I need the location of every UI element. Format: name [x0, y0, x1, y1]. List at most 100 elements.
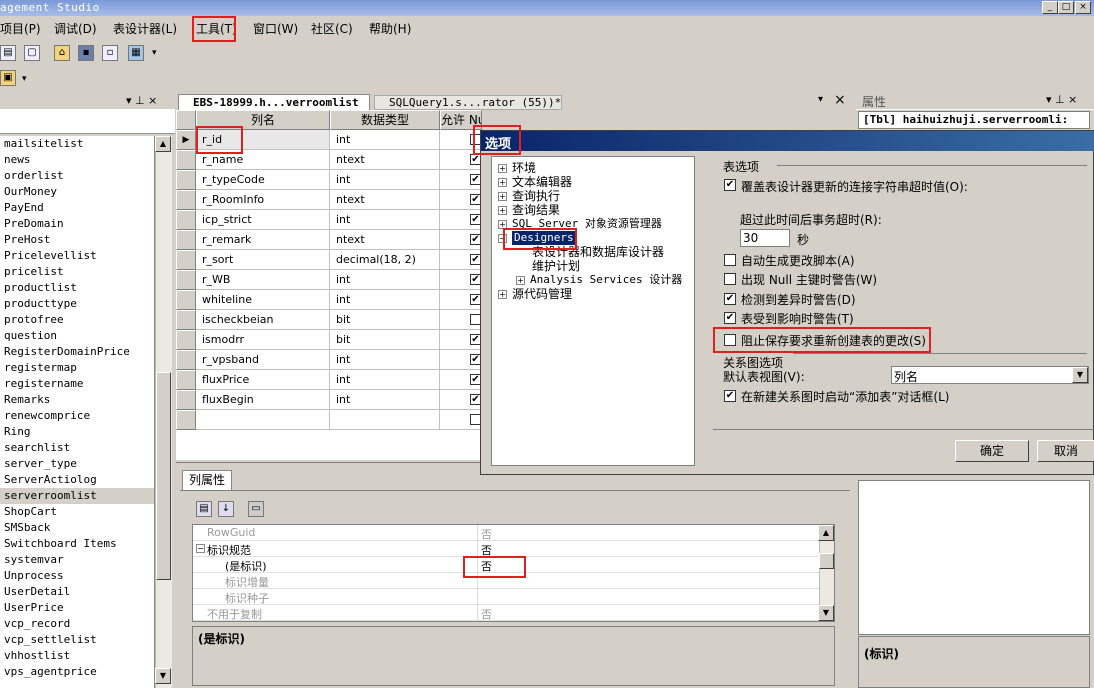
property-value[interactable]: 否: [481, 606, 492, 622]
cell-column-name[interactable]: r_sort: [196, 250, 330, 270]
row-selector[interactable]: [176, 150, 196, 170]
table-list-item[interactable]: registername: [0, 376, 154, 392]
table-row[interactable]: r_WB int ✔: [176, 270, 482, 290]
table-list-item[interactable]: OurMoney: [0, 184, 154, 200]
table-list-item[interactable]: Unprocess: [0, 568, 154, 584]
cell-column-name[interactable]: fluxBegin: [196, 390, 330, 410]
cell-data-type[interactable]: int: [330, 370, 440, 390]
table-list-item[interactable]: mailsitelist: [0, 136, 154, 152]
table-list-item[interactable]: PreDomain: [0, 216, 154, 232]
cell-data-type[interactable]: ntext: [330, 150, 440, 170]
scroll-up-icon[interactable]: ▲: [155, 136, 171, 152]
cell-data-type[interactable]: bit: [330, 330, 440, 350]
row-selector[interactable]: [176, 290, 196, 310]
row-selector[interactable]: [176, 310, 196, 330]
cell-data-type[interactable]: ntext: [330, 230, 440, 250]
cell-data-type[interactable]: int: [330, 290, 440, 310]
expand-icon[interactable]: +: [498, 178, 507, 187]
table-list-item[interactable]: Switchboard Items: [0, 536, 154, 552]
table-row[interactable]: r_vpsband int ✔: [176, 350, 482, 370]
table-row[interactable]: whiteline int ✔: [176, 290, 482, 310]
table-list-item[interactable]: Remarks: [0, 392, 154, 408]
expand-icon[interactable]: +: [498, 164, 507, 173]
properties-pin-icon[interactable]: ▾ ⊥ ×: [1046, 93, 1077, 106]
cell-data-type[interactable]: int: [330, 130, 440, 150]
table-row[interactable]: r_remark ntext ✔: [176, 230, 482, 250]
cell-data-type[interactable]: int: [330, 170, 440, 190]
table-row[interactable]: r_RoomInfo ntext ✔: [176, 190, 482, 210]
property-row[interactable]: 标识种子: [193, 589, 820, 605]
tab-sql-query[interactable]: SQLQuery1.s...rator (55))*: [374, 95, 562, 110]
table-list-item[interactable]: PreHost: [0, 232, 154, 248]
table-list-item[interactable]: ShopCart: [0, 504, 154, 520]
table-list-item[interactable]: pricelist: [0, 264, 154, 280]
row-selector[interactable]: [176, 210, 196, 230]
toolbar-overflow-icon[interactable]: ▾: [152, 48, 157, 58]
table-row[interactable]: fluxBegin int ✔: [176, 390, 482, 410]
table-list-item[interactable]: serverroomlist: [0, 488, 154, 504]
tab-list-icon[interactable]: ▾: [818, 94, 823, 105]
expand-icon[interactable]: +: [516, 276, 525, 285]
add-table-checkbox[interactable]: ✔: [724, 390, 736, 402]
table-list-item[interactable]: orderlist: [0, 168, 154, 184]
table-list-item[interactable]: PayEnd: [0, 200, 154, 216]
row-selector[interactable]: [176, 190, 196, 210]
cell-column-name[interactable]: r_WB: [196, 270, 330, 290]
maximize-button[interactable]: □: [1058, 1, 1074, 14]
menu-window[interactable]: 窗口(W): [253, 20, 298, 37]
toolbar2-overflow-icon[interactable]: ▾: [22, 74, 27, 84]
header-data-type[interactable]: 数据类型: [330, 110, 440, 130]
cell-column-name[interactable]: ismodrr: [196, 330, 330, 350]
table-list-item[interactable]: Ring: [0, 424, 154, 440]
alphabetical-icon[interactable]: ↓: [218, 501, 234, 517]
prop-scroll-up-icon[interactable]: ▲: [818, 525, 834, 541]
tab-column-properties[interactable]: 列属性: [182, 470, 232, 490]
expand-icon[interactable]: +: [498, 290, 507, 299]
scroll-down-icon[interactable]: ▼: [155, 668, 171, 684]
window-layout-icon[interactable]: ▦: [128, 45, 144, 61]
save-all-icon[interactable]: ▫: [102, 45, 118, 61]
table-row[interactable]: ismodrr bit ✔: [176, 330, 482, 350]
cell-column-name[interactable]: whiteline: [196, 290, 330, 310]
table-list-item[interactable]: vps_agentprice: [0, 664, 154, 680]
cell-data-type[interactable]: int: [330, 350, 440, 370]
property-row[interactable]: 不用于复制 否: [193, 605, 820, 621]
table-list-item[interactable]: news: [0, 152, 154, 168]
prop-scroll-thumb[interactable]: [819, 553, 834, 569]
row-selector[interactable]: [176, 270, 196, 290]
table-row[interactable]: ischeckbeian bit: [176, 310, 482, 330]
categorized-icon[interactable]: ▤: [196, 501, 212, 517]
row-selector[interactable]: [176, 230, 196, 250]
row-selector[interactable]: [176, 170, 196, 190]
new-file-icon[interactable]: ▢: [24, 45, 40, 61]
table-list-item[interactable]: vcp_settlelist: [0, 632, 154, 648]
table-list-item[interactable]: systemvar: [0, 552, 154, 568]
table-list-item[interactable]: vcp_record: [0, 616, 154, 632]
row-selector[interactable]: ▶: [176, 130, 196, 150]
scroll-thumb[interactable]: [156, 372, 171, 580]
table-list-item[interactable]: UserPrice: [0, 600, 154, 616]
table-list-item[interactable]: registermap: [0, 360, 154, 376]
panel-pin-icon[interactable]: ▾ ⊥ ×: [126, 94, 157, 107]
table-row[interactable]: fluxPrice int ✔: [176, 370, 482, 390]
save-icon[interactable]: ▪: [78, 45, 94, 61]
cell-column-name[interactable]: [196, 410, 330, 430]
cell-column-name[interactable]: r_typeCode: [196, 170, 330, 190]
table-list-item[interactable]: Pricelevellist: [0, 248, 154, 264]
cell-data-type[interactable]: [330, 410, 440, 430]
property-row[interactable]: − 标识规范否: [193, 541, 820, 557]
row-selector[interactable]: [176, 330, 196, 350]
cell-column-name[interactable]: r_remark: [196, 230, 330, 250]
null-key-warn-checkbox[interactable]: [724, 273, 736, 285]
cell-column-name[interactable]: r_RoomInfo: [196, 190, 330, 210]
default-view-select[interactable]: 列名 ▼: [891, 366, 1089, 384]
cell-column-name[interactable]: fluxPrice: [196, 370, 330, 390]
new-project-icon[interactable]: ▤: [0, 45, 16, 61]
collapse-icon[interactable]: −: [196, 544, 205, 553]
table-list-item[interactable]: protofree: [0, 312, 154, 328]
expand-icon[interactable]: +: [498, 192, 507, 201]
menu-help[interactable]: 帮助(H): [369, 20, 411, 37]
cell-column-name[interactable]: icp_strict: [196, 210, 330, 230]
table-list-item[interactable]: server_type: [0, 456, 154, 472]
table-list-item[interactable]: searchlist: [0, 440, 154, 456]
